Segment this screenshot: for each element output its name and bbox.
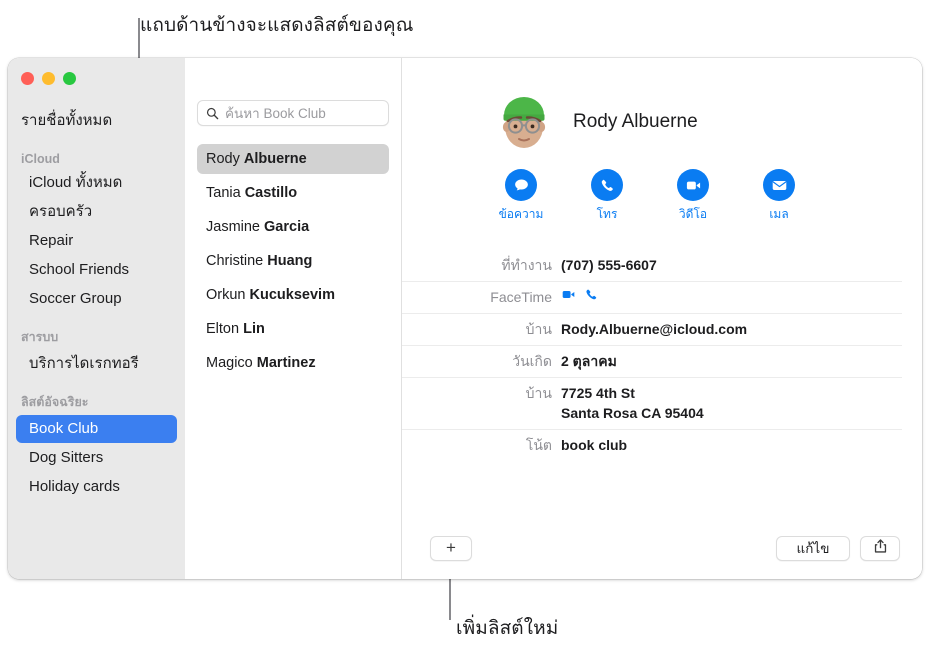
sidebar-item-repair[interactable]: Repair — [16, 227, 177, 255]
edit-button[interactable]: แก้ไข — [776, 535, 850, 561]
contact-list-item[interactable]: Orkun Kucuksevim — [197, 280, 389, 310]
annotation-add-list-callout: เพิ่มลิสต์ใหม่ — [456, 618, 559, 639]
contact-field-row: บ้าน 7725 4th St Santa Rosa CA 95404 — [402, 378, 902, 430]
minimize-button[interactable] — [42, 72, 55, 85]
contacts-window: รายชื่อทั้งหมด iCloud iCloud ทั้งหมด ครอบค… — [8, 58, 922, 579]
contact-list-item[interactable]: Elton Lin — [197, 314, 389, 344]
contact-field-row: บ้าน Rody.Albuerne@icloud.com — [402, 314, 902, 346]
avatar[interactable] — [493, 91, 555, 153]
sidebar-sections: iCloud iCloud ทั้งหมด ครอบครัว Repair School… — [8, 152, 185, 501]
contact-field-label: วันเกิด — [512, 353, 552, 369]
contact-last-name: Albuerne — [243, 151, 307, 167]
search-input[interactable]: ค้นหา Book Club — [225, 102, 326, 124]
contact-first-name: Elton — [206, 321, 240, 337]
contact-list: Rody Albuerne Tania Castillo Jasmine Garci… — [197, 144, 389, 378]
contact-list-item[interactable]: Rody Albuerne — [197, 144, 389, 174]
contact-list-item[interactable]: Tania Castillo — [197, 178, 389, 208]
mail-icon — [763, 169, 795, 201]
sidebar-item-dog-sitters[interactable]: Dog Sitters — [16, 444, 177, 472]
action-label: เมล — [769, 207, 789, 221]
sidebar-item-holiday-cards[interactable]: Holiday cards — [16, 473, 177, 501]
action-video[interactable]: วิดีโอ — [674, 169, 712, 224]
sidebar-item-book-club[interactable]: Book Club — [16, 415, 177, 443]
contact-last-name: Castillo — [244, 185, 298, 201]
action-label: ข้อความ — [498, 207, 544, 221]
contact-list-item[interactable]: Christine Huang — [197, 246, 389, 276]
contact-field-label: โน้ต — [525, 437, 552, 453]
contact-first-name: Tania — [206, 185, 241, 201]
contact-first-name: Magico — [206, 355, 253, 371]
contact-list-item[interactable]: Jasmine Garcia — [197, 212, 389, 242]
quick-action-buttons: ข้อความ โทร วิดีโอ เมล — [402, 169, 922, 224]
contact-list-item[interactable]: Magico Martinez — [197, 348, 389, 378]
facetime-video-icon[interactable] — [561, 287, 576, 302]
contact-field-value[interactable]: 2 ตุลาคม — [561, 351, 617, 371]
close-button[interactable] — [21, 72, 34, 85]
contact-last-name: Kucuksevim — [249, 287, 335, 303]
contact-name: Rody Albuerne — [573, 111, 698, 132]
action-mail[interactable]: เมล — [760, 169, 798, 224]
phone-icon — [591, 169, 623, 201]
contact-last-name: Huang — [267, 253, 313, 269]
sidebar-item-all-contacts[interactable]: รายชื่อทั้งหมด — [8, 102, 185, 138]
action-phone[interactable]: โทร — [588, 169, 626, 224]
window-controls — [8, 68, 185, 86]
contact-last-name: Garcia — [264, 219, 310, 235]
contact-last-name: Martinez — [256, 355, 316, 371]
contact-field-label: บ้าน — [525, 385, 552, 401]
sidebar-section-header: สารบบ — [21, 330, 59, 344]
message-icon — [505, 169, 537, 201]
contact-first-name: Rody — [206, 151, 240, 167]
contact-first-name: Orkun — [206, 287, 246, 303]
sidebar-item-soccer-group[interactable]: Soccer Group — [16, 285, 177, 313]
contact-field-row: ที่ทำงาน (707) 555-6607 — [402, 250, 902, 282]
contact-field-value[interactable]: Rody.Albuerne@icloud.com — [561, 319, 747, 339]
contact-field-row: วันเกิด 2 ตุลาคม — [402, 346, 902, 378]
contact-field-label: บ้าน — [525, 321, 552, 337]
share-icon — [873, 538, 888, 559]
contact-fields: ที่ทำงาน (707) 555-6607 FaceTime บ้าน Rody.A… — [402, 250, 922, 461]
address-line: 7725 4th St — [561, 385, 635, 401]
contact-first-name: Jasmine — [206, 219, 260, 235]
address-line: Santa Rosa CA 95404 — [561, 405, 704, 421]
contact-field-value[interactable]: (707) 555-6607 — [561, 255, 657, 275]
contact-field-value[interactable]: book club — [561, 435, 627, 455]
contact-header: Rody Albuerne — [402, 91, 922, 153]
facetime-phone-icon[interactable] — [584, 287, 599, 302]
contact-field-value[interactable] — [561, 287, 599, 302]
contact-detail-pane: Rody Albuerne ข้อความ โทร วิดีโอ เมล ที่ทำง… — [402, 58, 922, 579]
contact-field-value[interactable]: 7725 4th St Santa Rosa CA 95404 — [561, 383, 704, 423]
sidebar: รายชื่อทั้งหมด iCloud iCloud ทั้งหมด ครอบค… — [8, 58, 185, 579]
action-label: วิดีโอ — [678, 207, 708, 221]
video-icon — [677, 169, 709, 201]
sidebar-item-icloud-ทั้งหมด[interactable]: iCloud ทั้งหมด — [16, 169, 177, 197]
sidebar-item-ครอบครัว[interactable]: ครอบครัว — [16, 198, 177, 226]
share-button[interactable] — [860, 535, 900, 561]
add-list-button[interactable]: + — [430, 535, 472, 561]
sidebar-section-header: ลิสต์อัจฉริยะ — [21, 395, 89, 409]
contact-field-label: FaceTime — [490, 289, 552, 305]
annotation-sidebar-callout: แถบด้านข้างจะแสดงลิสต์ของคุณ — [140, 15, 414, 36]
action-message[interactable]: ข้อความ — [499, 169, 543, 224]
contact-field-row: FaceTime — [402, 282, 902, 314]
bottom-toolbar: + แก้ไข — [402, 535, 922, 561]
sidebar-item-school-friends[interactable]: School Friends — [16, 256, 177, 284]
contact-first-name: Christine — [206, 253, 264, 269]
sidebar-item-บริการไดเรกทอรี[interactable]: บริการไดเรกทอรี — [16, 350, 177, 378]
zoom-button[interactable] — [63, 72, 76, 85]
search-icon — [206, 107, 219, 120]
contact-last-name: Lin — [243, 321, 265, 337]
contact-list-pane: ค้นหา Book Club Rody Albuerne Tania Casti… — [185, 58, 402, 579]
contact-field-label: ที่ทำงาน — [501, 257, 552, 273]
contact-field-row: โน้ต book club — [402, 430, 902, 461]
action-label: โทร — [596, 207, 618, 221]
sidebar-section-header: iCloud — [21, 152, 60, 166]
search-field[interactable]: ค้นหา Book Club — [197, 100, 389, 126]
